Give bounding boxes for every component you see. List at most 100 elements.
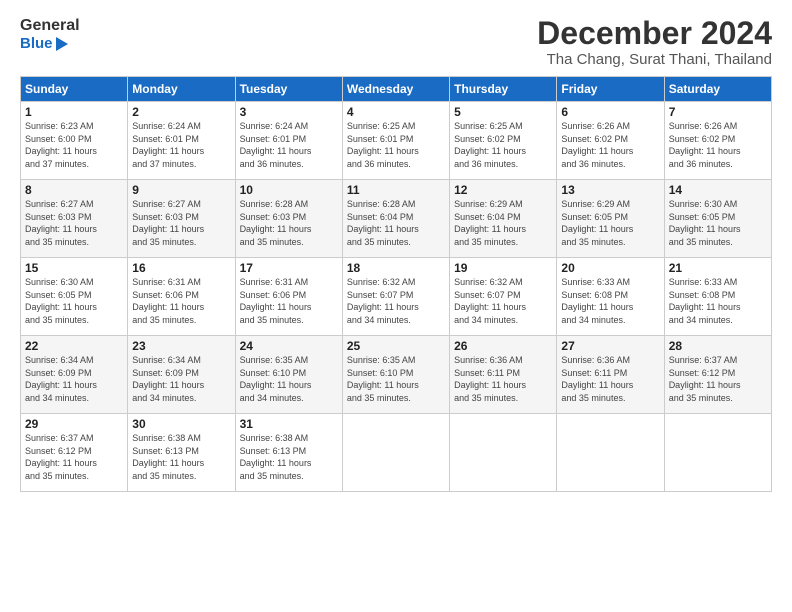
calendar-week-row: 22Sunrise: 6:34 AM Sunset: 6:09 PM Dayli… xyxy=(21,336,772,414)
day-info: Sunrise: 6:37 AM Sunset: 6:12 PM Dayligh… xyxy=(25,432,123,482)
table-row: 21Sunrise: 6:33 AM Sunset: 6:08 PM Dayli… xyxy=(664,258,771,336)
table-row: 24Sunrise: 6:35 AM Sunset: 6:10 PM Dayli… xyxy=(235,336,342,414)
day-info: Sunrise: 6:25 AM Sunset: 6:02 PM Dayligh… xyxy=(454,120,552,170)
day-info: Sunrise: 6:31 AM Sunset: 6:06 PM Dayligh… xyxy=(240,276,338,326)
day-number: 21 xyxy=(669,261,767,275)
day-info: Sunrise: 6:36 AM Sunset: 6:11 PM Dayligh… xyxy=(561,354,659,404)
col-sunday: Sunday xyxy=(21,77,128,102)
logo: General Blue xyxy=(20,16,80,52)
day-info: Sunrise: 6:32 AM Sunset: 6:07 PM Dayligh… xyxy=(347,276,445,326)
day-info: Sunrise: 6:34 AM Sunset: 6:09 PM Dayligh… xyxy=(132,354,230,404)
day-info: Sunrise: 6:36 AM Sunset: 6:11 PM Dayligh… xyxy=(454,354,552,404)
day-info: Sunrise: 6:32 AM Sunset: 6:07 PM Dayligh… xyxy=(454,276,552,326)
day-number: 4 xyxy=(347,105,445,119)
table-row: 13Sunrise: 6:29 AM Sunset: 6:05 PM Dayli… xyxy=(557,180,664,258)
day-info: Sunrise: 6:25 AM Sunset: 6:01 PM Dayligh… xyxy=(347,120,445,170)
table-row: 26Sunrise: 6:36 AM Sunset: 6:11 PM Dayli… xyxy=(450,336,557,414)
day-number: 23 xyxy=(132,339,230,353)
day-info: Sunrise: 6:27 AM Sunset: 6:03 PM Dayligh… xyxy=(132,198,230,248)
day-number: 24 xyxy=(240,339,338,353)
calendar-week-row: 1Sunrise: 6:23 AM Sunset: 6:00 PM Daylig… xyxy=(21,102,772,180)
table-row: 1Sunrise: 6:23 AM Sunset: 6:00 PM Daylig… xyxy=(21,102,128,180)
calendar-week-row: 15Sunrise: 6:30 AM Sunset: 6:05 PM Dayli… xyxy=(21,258,772,336)
logo-general-text: General xyxy=(20,16,80,35)
page: General Blue December 2024 Tha Chang, Su… xyxy=(0,0,792,612)
day-number: 7 xyxy=(669,105,767,119)
table-row: 20Sunrise: 6:33 AM Sunset: 6:08 PM Dayli… xyxy=(557,258,664,336)
day-info: Sunrise: 6:29 AM Sunset: 6:05 PM Dayligh… xyxy=(561,198,659,248)
table-row: 17Sunrise: 6:31 AM Sunset: 6:06 PM Dayli… xyxy=(235,258,342,336)
col-wednesday: Wednesday xyxy=(342,77,449,102)
day-number: 18 xyxy=(347,261,445,275)
calendar: Sunday Monday Tuesday Wednesday Thursday… xyxy=(20,76,772,492)
day-number: 28 xyxy=(669,339,767,353)
day-number: 14 xyxy=(669,183,767,197)
table-row: 8Sunrise: 6:27 AM Sunset: 6:03 PM Daylig… xyxy=(21,180,128,258)
table-row: 2Sunrise: 6:24 AM Sunset: 6:01 PM Daylig… xyxy=(128,102,235,180)
table-row: 9Sunrise: 6:27 AM Sunset: 6:03 PM Daylig… xyxy=(128,180,235,258)
day-number: 22 xyxy=(25,339,123,353)
table-row xyxy=(664,414,771,492)
title-block: December 2024 Tha Chang, Surat Thani, Th… xyxy=(537,16,772,68)
table-row: 4Sunrise: 6:25 AM Sunset: 6:01 PM Daylig… xyxy=(342,102,449,180)
day-number: 25 xyxy=(347,339,445,353)
month-title: December 2024 xyxy=(537,16,772,51)
day-number: 15 xyxy=(25,261,123,275)
day-number: 16 xyxy=(132,261,230,275)
col-monday: Monday xyxy=(128,77,235,102)
table-row: 31Sunrise: 6:38 AM Sunset: 6:13 PM Dayli… xyxy=(235,414,342,492)
location: Tha Chang, Surat Thani, Thailand xyxy=(537,51,772,68)
day-number: 20 xyxy=(561,261,659,275)
day-number: 3 xyxy=(240,105,338,119)
day-info: Sunrise: 6:27 AM Sunset: 6:03 PM Dayligh… xyxy=(25,198,123,248)
day-number: 1 xyxy=(25,105,123,119)
col-friday: Friday xyxy=(557,77,664,102)
day-number: 2 xyxy=(132,105,230,119)
day-number: 9 xyxy=(132,183,230,197)
day-info: Sunrise: 6:35 AM Sunset: 6:10 PM Dayligh… xyxy=(347,354,445,404)
day-info: Sunrise: 6:23 AM Sunset: 6:00 PM Dayligh… xyxy=(25,120,123,170)
table-row: 28Sunrise: 6:37 AM Sunset: 6:12 PM Dayli… xyxy=(664,336,771,414)
day-number: 8 xyxy=(25,183,123,197)
calendar-header-row: Sunday Monday Tuesday Wednesday Thursday… xyxy=(21,77,772,102)
logo-arrow-icon xyxy=(56,37,68,51)
day-info: Sunrise: 6:30 AM Sunset: 6:05 PM Dayligh… xyxy=(669,198,767,248)
day-number: 30 xyxy=(132,417,230,431)
day-number: 12 xyxy=(454,183,552,197)
day-info: Sunrise: 6:38 AM Sunset: 6:13 PM Dayligh… xyxy=(240,432,338,482)
table-row: 14Sunrise: 6:30 AM Sunset: 6:05 PM Dayli… xyxy=(664,180,771,258)
day-info: Sunrise: 6:37 AM Sunset: 6:12 PM Dayligh… xyxy=(669,354,767,404)
table-row: 18Sunrise: 6:32 AM Sunset: 6:07 PM Dayli… xyxy=(342,258,449,336)
header: General Blue December 2024 Tha Chang, Su… xyxy=(20,16,772,68)
table-row: 11Sunrise: 6:28 AM Sunset: 6:04 PM Dayli… xyxy=(342,180,449,258)
table-row: 7Sunrise: 6:26 AM Sunset: 6:02 PM Daylig… xyxy=(664,102,771,180)
table-row: 23Sunrise: 6:34 AM Sunset: 6:09 PM Dayli… xyxy=(128,336,235,414)
day-number: 5 xyxy=(454,105,552,119)
table-row: 29Sunrise: 6:37 AM Sunset: 6:12 PM Dayli… xyxy=(21,414,128,492)
day-number: 29 xyxy=(25,417,123,431)
table-row: 12Sunrise: 6:29 AM Sunset: 6:04 PM Dayli… xyxy=(450,180,557,258)
day-number: 31 xyxy=(240,417,338,431)
table-row: 27Sunrise: 6:36 AM Sunset: 6:11 PM Dayli… xyxy=(557,336,664,414)
day-number: 26 xyxy=(454,339,552,353)
table-row: 25Sunrise: 6:35 AM Sunset: 6:10 PM Dayli… xyxy=(342,336,449,414)
day-number: 19 xyxy=(454,261,552,275)
table-row: 6Sunrise: 6:26 AM Sunset: 6:02 PM Daylig… xyxy=(557,102,664,180)
table-row: 19Sunrise: 6:32 AM Sunset: 6:07 PM Dayli… xyxy=(450,258,557,336)
day-info: Sunrise: 6:34 AM Sunset: 6:09 PM Dayligh… xyxy=(25,354,123,404)
day-info: Sunrise: 6:26 AM Sunset: 6:02 PM Dayligh… xyxy=(561,120,659,170)
day-info: Sunrise: 6:31 AM Sunset: 6:06 PM Dayligh… xyxy=(132,276,230,326)
day-info: Sunrise: 6:28 AM Sunset: 6:04 PM Dayligh… xyxy=(347,198,445,248)
logo-blue-line: Blue xyxy=(20,35,68,52)
calendar-week-row: 8Sunrise: 6:27 AM Sunset: 6:03 PM Daylig… xyxy=(21,180,772,258)
day-info: Sunrise: 6:30 AM Sunset: 6:05 PM Dayligh… xyxy=(25,276,123,326)
table-row: 30Sunrise: 6:38 AM Sunset: 6:13 PM Dayli… xyxy=(128,414,235,492)
day-info: Sunrise: 6:29 AM Sunset: 6:04 PM Dayligh… xyxy=(454,198,552,248)
day-info: Sunrise: 6:33 AM Sunset: 6:08 PM Dayligh… xyxy=(561,276,659,326)
day-number: 17 xyxy=(240,261,338,275)
day-info: Sunrise: 6:28 AM Sunset: 6:03 PM Dayligh… xyxy=(240,198,338,248)
day-number: 11 xyxy=(347,183,445,197)
day-info: Sunrise: 6:24 AM Sunset: 6:01 PM Dayligh… xyxy=(240,120,338,170)
day-number: 27 xyxy=(561,339,659,353)
day-number: 10 xyxy=(240,183,338,197)
